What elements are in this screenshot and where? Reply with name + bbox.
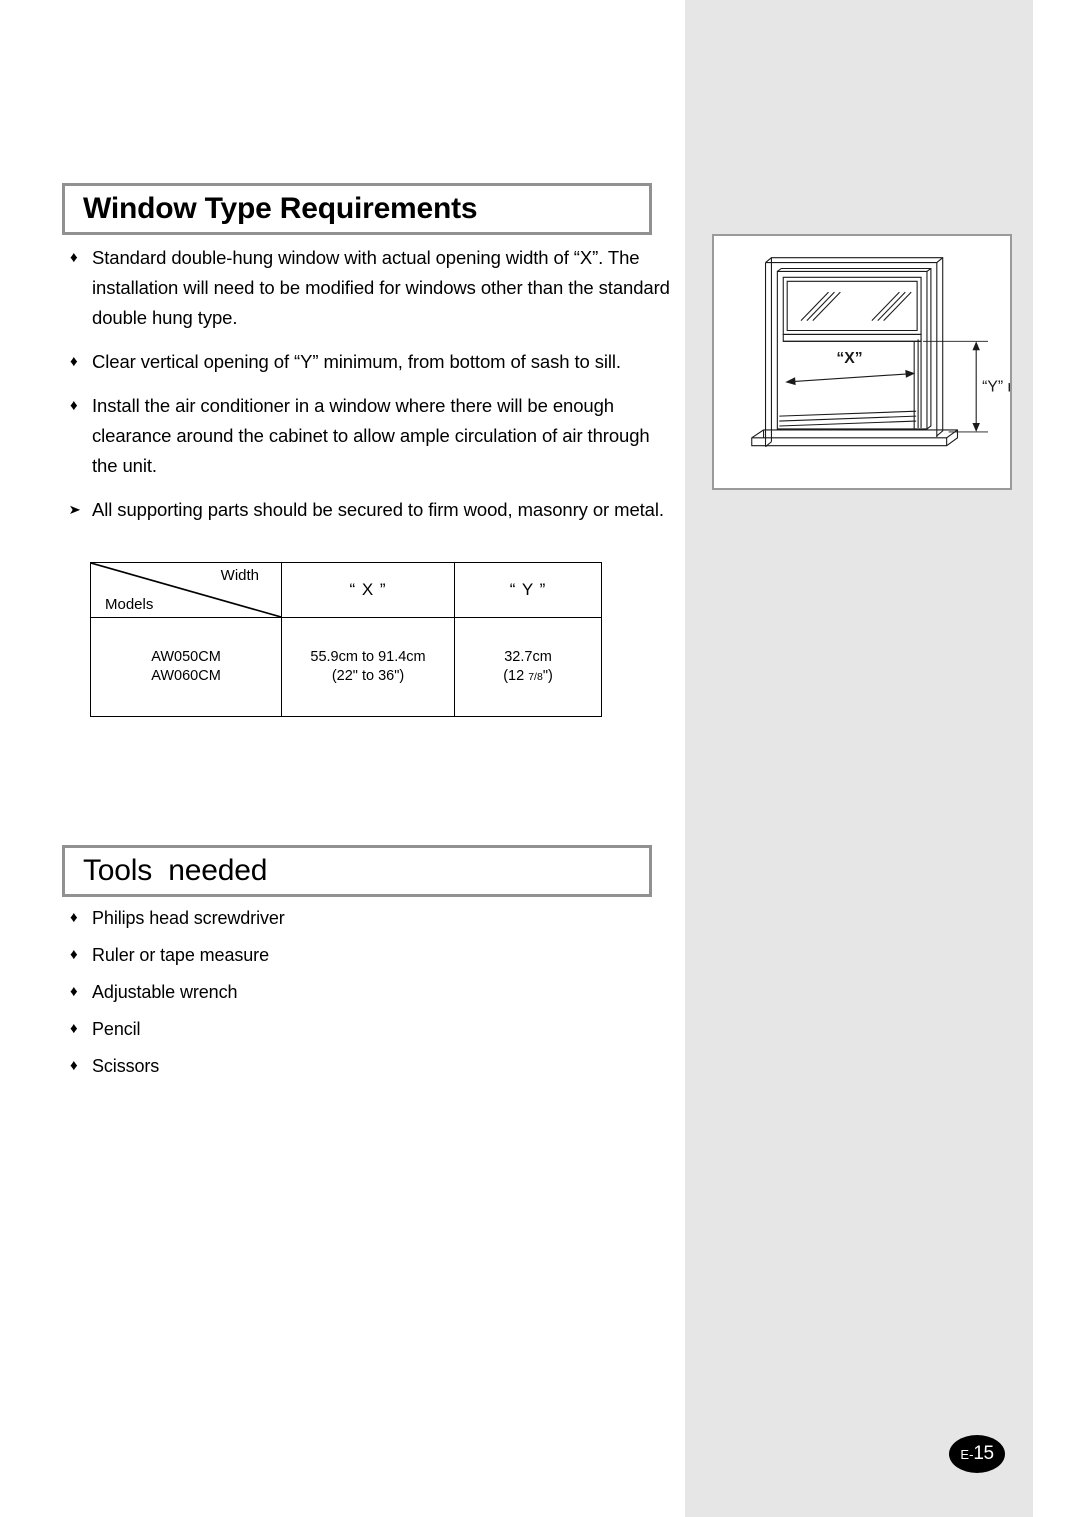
- model-name: AW050CM: [151, 649, 221, 665]
- table-header-y: “ Y ”: [454, 562, 602, 618]
- page-number-value: 15: [973, 1443, 994, 1464]
- y-imperial-value: (12 7/8"): [455, 667, 601, 687]
- list-item: ♦ Clear vertical opening of “Y” minimum,…: [70, 347, 670, 377]
- right-gray-panel: [685, 0, 1033, 1517]
- list-item: ♦ Standard double-hung window with actua…: [70, 243, 670, 333]
- list-item: ♦ Philips head screwdriver: [70, 903, 670, 934]
- list-item-text: Install the air conditioner in a window …: [92, 395, 650, 476]
- x-imperial-value: (22" to 36"): [331, 668, 405, 684]
- window-illustration-icon: “X” “Y” min: [751, 257, 1010, 448]
- list-item-text: Scissors: [92, 1056, 160, 1076]
- list-item-text: Clear vertical opening of “Y” minimum, f…: [92, 351, 621, 372]
- double-hung-window-diagram: “X” “Y” min: [712, 234, 1012, 490]
- page-number-badge: E- 15: [949, 1435, 1005, 1473]
- list-item-text: Ruler or tape measure: [92, 945, 269, 965]
- list-item-text: All supporting parts should be secured t…: [92, 499, 664, 520]
- list-item-text: Pencil: [92, 1019, 141, 1039]
- list-item: ➤ All supporting parts should be secured…: [68, 495, 670, 525]
- section-heading-window-type-requirements: Window Type Requirements: [62, 183, 652, 235]
- diagram-label-x: “X”: [836, 350, 862, 367]
- y-imperial-suffix: "): [542, 667, 553, 684]
- table-corner-top-label: Width: [220, 567, 259, 584]
- table-row: AW050CM AW060CM 55.9cm to 91.4cm (22" to…: [90, 617, 602, 717]
- diamond-bullet-icon: ♦: [70, 1057, 78, 1074]
- tools-needed-list: ♦ Philips head screwdriver ♦ Ruler or ta…: [70, 903, 670, 1088]
- table-cell-x-value: 55.9cm to 91.4cm (22" to 36"): [281, 617, 455, 717]
- section-heading-label: Window Type Requirements: [83, 192, 478, 225]
- window-requirements-list: ♦ Standard double-hung window with actua…: [68, 243, 670, 539]
- table-header-x: “ X ”: [281, 562, 455, 618]
- diamond-bullet-icon: ♦: [70, 397, 78, 414]
- list-item: ♦ Adjustable wrench: [70, 977, 670, 1008]
- list-item: ♦ Ruler or tape measure: [70, 940, 670, 971]
- list-item: ♦ Install the air conditioner in a windo…: [70, 391, 670, 481]
- section-heading-label: Tools needed: [83, 854, 268, 887]
- model-name: AW060CM: [151, 668, 221, 684]
- table-corner-bottom-label: Models: [105, 596, 154, 613]
- table-corner-cell: Width Models: [90, 562, 282, 618]
- page-number-prefix: E-: [960, 1446, 974, 1462]
- table-cell-models: AW050CM AW060CM: [90, 617, 282, 717]
- diamond-bullet-icon: ♦: [70, 1020, 78, 1037]
- diamond-bullet-icon: ♦: [70, 983, 78, 1000]
- list-item-text: Standard double-hung window with actual …: [92, 247, 670, 328]
- table-header-y-label: “ Y ”: [509, 580, 547, 599]
- diagram-label-y: “Y” min: [982, 379, 1010, 396]
- section-heading-tools-needed: Tools needed: [62, 845, 652, 897]
- y-metric-value: 32.7cm: [504, 648, 552, 665]
- list-item: ♦ Scissors: [70, 1051, 670, 1082]
- diamond-bullet-icon: ♦: [70, 353, 78, 370]
- window-size-spec-table: Width Models “ X ” “ Y ” AW050CM AW060CM: [90, 562, 602, 717]
- y-imperial-prefix: (12: [503, 667, 529, 684]
- page-content: Window Type Requirements ♦ Standard doub…: [0, 0, 685, 1517]
- table-header-x-label: “ X ”: [349, 580, 387, 599]
- diamond-bullet-icon: ♦: [70, 946, 78, 963]
- list-item-text: Adjustable wrench: [92, 982, 238, 1002]
- diamond-bullet-icon: ♦: [70, 909, 78, 926]
- y-imperial-fraction: 7/8: [528, 670, 543, 683]
- wedge-bullet-icon: ➤: [68, 502, 81, 517]
- list-item-text: Philips head screwdriver: [92, 908, 285, 928]
- table-header-row: Width Models “ X ” “ Y ”: [90, 562, 602, 618]
- list-item: ♦ Pencil: [70, 1014, 670, 1045]
- x-metric-value: 55.9cm to 91.4cm: [310, 649, 426, 665]
- diamond-bullet-icon: ♦: [70, 249, 78, 266]
- table-cell-y-value: 32.7cm (12 7/8"): [454, 617, 602, 717]
